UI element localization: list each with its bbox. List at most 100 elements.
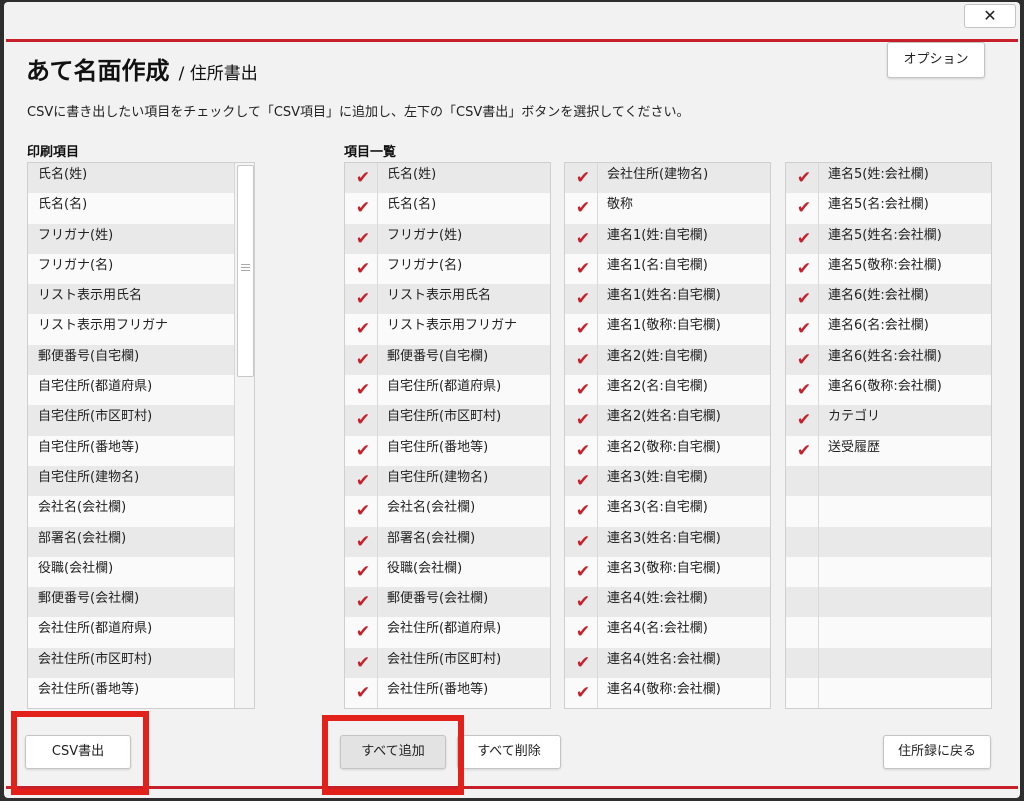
- item-list-row[interactable]: ✔ リスト表示用フリガナ: [345, 314, 550, 345]
- item-list-row[interactable]: ✔ 自宅住所(番地等): [345, 435, 550, 466]
- item-list-row[interactable]: ✔ 部署名(会社欄): [345, 526, 550, 557]
- delete-all-button[interactable]: すべて削除: [457, 735, 561, 769]
- item-list-row[interactable]: ✔ 連名3(敬称:自宅欄): [565, 556, 770, 588]
- item-list-row[interactable]: ✔ 連名1(名:自宅欄): [565, 253, 770, 285]
- print-item-row[interactable]: 会社住所(都道府県): [28, 617, 234, 648]
- checkmark-icon[interactable]: ✔: [353, 319, 373, 339]
- item-list-row[interactable]: ✔ 役職(会社欄): [345, 556, 550, 588]
- checkmark-icon[interactable]: ✔: [573, 229, 593, 249]
- item-list-row[interactable]: ✔ 連名6(敬称:会社欄): [786, 375, 991, 406]
- checkmark-icon[interactable]: ✔: [794, 441, 814, 461]
- checkmark-icon[interactable]: ✔: [353, 229, 373, 249]
- print-list-scrollbar[interactable]: [234, 163, 254, 708]
- item-list-row[interactable]: ✔ 会社名(会社欄): [345, 496, 550, 527]
- item-list-row[interactable]: ✔ 連名3(姓名:自宅欄): [565, 526, 770, 557]
- print-item-row[interactable]: 氏名(姓): [28, 163, 234, 194]
- print-item-row[interactable]: 氏名(名): [28, 193, 234, 224]
- close-button[interactable]: ✕: [964, 4, 1016, 28]
- item-list-row[interactable]: ✔ 連名5(姓名:会社欄): [786, 223, 991, 254]
- back-to-address-book-button[interactable]: 住所録に戻る: [883, 735, 991, 769]
- checkmark-icon[interactable]: ✔: [353, 653, 373, 673]
- checkmark-icon[interactable]: ✔: [353, 622, 373, 642]
- print-item-row[interactable]: 自宅住所(建物名): [28, 465, 234, 497]
- item-list-row[interactable]: ✔ 連名6(名:会社欄): [786, 314, 991, 345]
- checkmark-icon[interactable]: ✔: [794, 380, 814, 400]
- checkmark-icon[interactable]: ✔: [573, 198, 593, 218]
- item-list-row[interactable]: ✔ 送受履歴: [786, 435, 991, 466]
- item-list-row[interactable]: ✔ 郵便番号(自宅欄): [345, 344, 550, 376]
- checkmark-icon[interactable]: ✔: [573, 562, 593, 582]
- checkmark-icon[interactable]: ✔: [794, 350, 814, 370]
- print-item-row[interactable]: リスト表示用氏名: [28, 284, 234, 315]
- item-list-row[interactable]: ✔ カテゴリ: [786, 405, 991, 436]
- item-list-row[interactable]: ✔ 自宅住所(市区町村): [345, 405, 550, 436]
- checkmark-icon[interactable]: ✔: [353, 683, 373, 703]
- checkmark-icon[interactable]: ✔: [353, 380, 373, 400]
- print-item-row[interactable]: 役職(会社欄): [28, 556, 234, 588]
- item-list-row[interactable]: ✔ 会社住所(番地等): [345, 678, 550, 708]
- checkmark-icon[interactable]: ✔: [353, 259, 373, 279]
- checkmark-icon[interactable]: ✔: [573, 168, 593, 188]
- checkmark-icon[interactable]: ✔: [353, 289, 373, 309]
- item-list-row[interactable]: ✔ 連名5(姓:会社欄): [786, 163, 991, 194]
- item-list-row[interactable]: ✔ 連名5(名:会社欄): [786, 193, 991, 224]
- item-list-row[interactable]: ✔ 連名6(姓:会社欄): [786, 284, 991, 315]
- print-item-row[interactable]: 郵便番号(会社欄): [28, 587, 234, 618]
- checkmark-icon[interactable]: ✔: [353, 592, 373, 612]
- print-item-row[interactable]: 自宅住所(都道府県): [28, 375, 234, 406]
- item-list-row[interactable]: ✔ 自宅住所(建物名): [345, 465, 550, 497]
- checkmark-icon[interactable]: ✔: [573, 653, 593, 673]
- item-list-row[interactable]: ✔ 連名2(名:自宅欄): [565, 375, 770, 406]
- checkmark-icon[interactable]: ✔: [573, 259, 593, 279]
- checkmark-icon[interactable]: ✔: [573, 380, 593, 400]
- item-list-row[interactable]: ✔ 連名2(敬称:自宅欄): [565, 435, 770, 466]
- item-list-row[interactable]: ✔ 連名1(敬称:自宅欄): [565, 314, 770, 345]
- checkmark-icon[interactable]: ✔: [353, 198, 373, 218]
- print-item-row[interactable]: 自宅住所(番地等): [28, 435, 234, 466]
- item-list-row[interactable]: ✔ 連名5(敬称:会社欄): [786, 253, 991, 285]
- item-list-row[interactable]: ✔ 連名6(姓名:会社欄): [786, 344, 991, 376]
- checkmark-icon[interactable]: ✔: [794, 289, 814, 309]
- checkmark-icon[interactable]: ✔: [573, 532, 593, 552]
- print-item-row[interactable]: 会社住所(市区町村): [28, 647, 234, 679]
- checkmark-icon[interactable]: ✔: [353, 168, 373, 188]
- checkmark-icon[interactable]: ✔: [573, 289, 593, 309]
- print-item-row[interactable]: リスト表示用フリガナ: [28, 314, 234, 345]
- checkmark-icon[interactable]: ✔: [794, 319, 814, 339]
- item-list-row[interactable]: ✔ 自宅住所(都道府県): [345, 375, 550, 406]
- checkmark-icon[interactable]: ✔: [573, 410, 593, 430]
- option-button[interactable]: オプション: [887, 42, 985, 78]
- scroll-thumb[interactable]: [237, 165, 254, 377]
- checkmark-icon[interactable]: ✔: [573, 441, 593, 461]
- checkmark-icon[interactable]: ✔: [353, 441, 373, 461]
- item-list-row[interactable]: ✔ 会社住所(都道府県): [345, 617, 550, 648]
- checkmark-icon[interactable]: ✔: [353, 501, 373, 521]
- checkmark-icon[interactable]: ✔: [573, 319, 593, 339]
- checkmark-icon[interactable]: ✔: [794, 410, 814, 430]
- checkmark-icon[interactable]: ✔: [794, 229, 814, 249]
- item-list-row[interactable]: ✔ 連名1(姓:自宅欄): [565, 223, 770, 254]
- item-list-row[interactable]: ✔ 連名4(姓:会社欄): [565, 587, 770, 618]
- checkmark-icon[interactable]: ✔: [353, 562, 373, 582]
- checkmark-icon[interactable]: ✔: [794, 168, 814, 188]
- item-list-row[interactable]: ✔ 氏名(名): [345, 193, 550, 224]
- item-list-row[interactable]: ✔ フリガナ(名): [345, 253, 550, 285]
- item-list-row[interactable]: ✔ 連名3(姓:自宅欄): [565, 465, 770, 497]
- print-item-row[interactable]: 会社名(会社欄): [28, 496, 234, 527]
- print-item-row[interactable]: 部署名(会社欄): [28, 526, 234, 557]
- item-list-row[interactable]: ✔ 郵便番号(会社欄): [345, 587, 550, 618]
- checkmark-icon[interactable]: ✔: [573, 592, 593, 612]
- checkmark-icon[interactable]: ✔: [573, 471, 593, 491]
- item-list-row[interactable]: ✔ 連名2(姓名:自宅欄): [565, 405, 770, 436]
- checkmark-icon[interactable]: ✔: [353, 350, 373, 370]
- print-item-row[interactable]: 会社住所(番地等): [28, 678, 234, 708]
- item-list-row[interactable]: ✔ 連名4(敬称:会社欄): [565, 678, 770, 708]
- checkmark-icon[interactable]: ✔: [794, 198, 814, 218]
- print-item-row[interactable]: 自宅住所(市区町村): [28, 405, 234, 436]
- checkmark-icon[interactable]: ✔: [794, 259, 814, 279]
- checkmark-icon[interactable]: ✔: [353, 410, 373, 430]
- checkmark-icon[interactable]: ✔: [573, 622, 593, 642]
- checkmark-icon[interactable]: ✔: [353, 532, 373, 552]
- item-list-row[interactable]: ✔ 連名3(名:自宅欄): [565, 496, 770, 527]
- item-list-row[interactable]: ✔ 敬称: [565, 193, 770, 224]
